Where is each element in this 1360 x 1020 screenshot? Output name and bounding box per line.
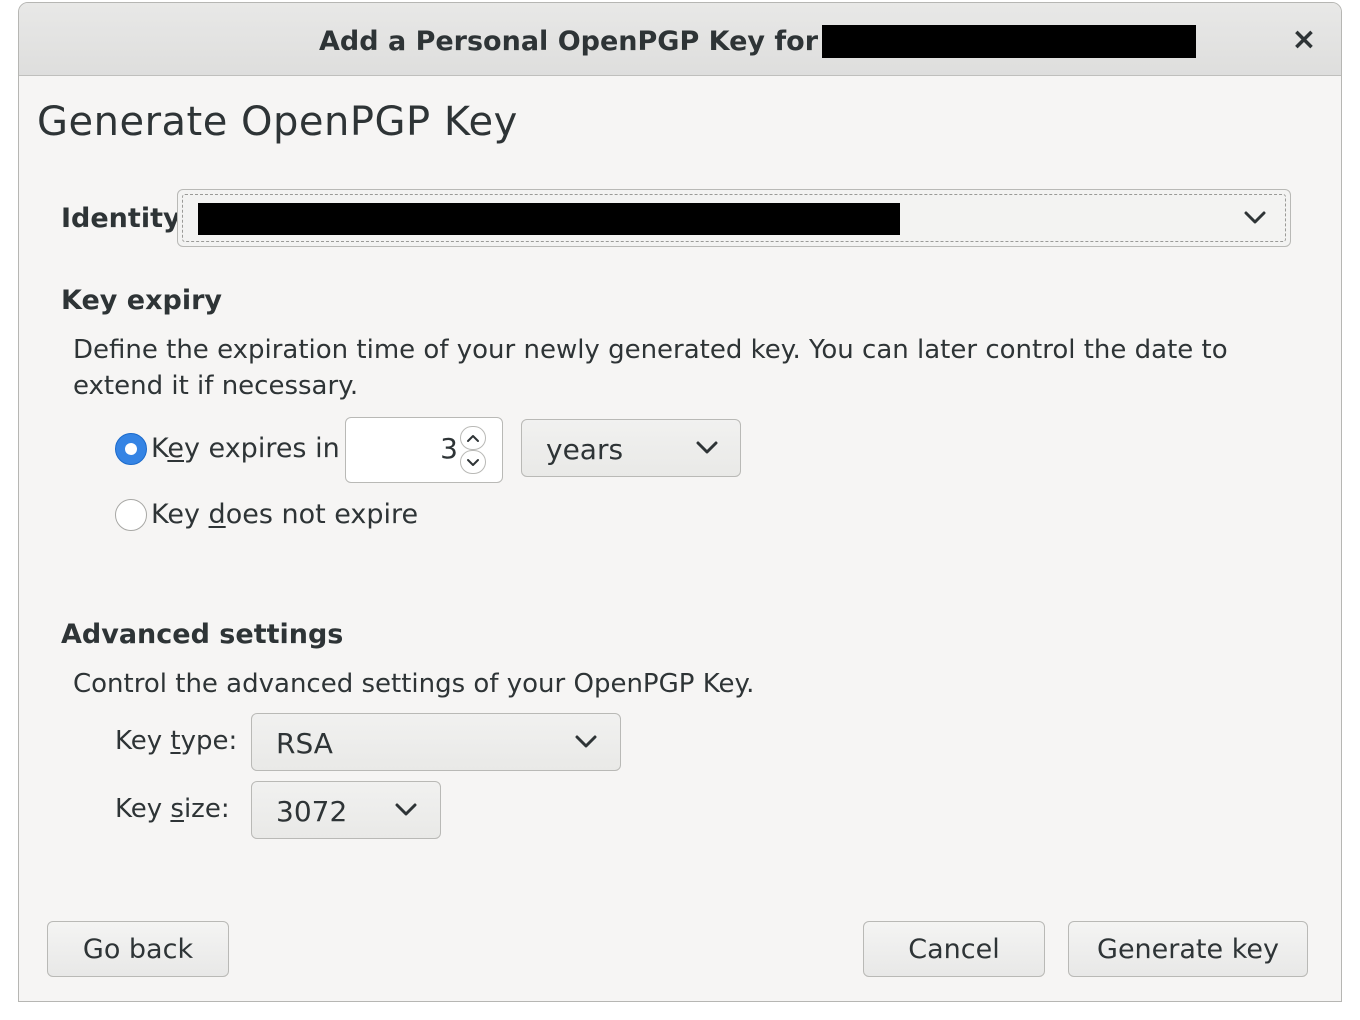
key-type-value: RSA: [276, 727, 333, 760]
chevron-down-icon: [696, 441, 718, 455]
decrement-button[interactable]: [460, 450, 486, 474]
expiry-unit-dropdown[interactable]: years: [521, 419, 741, 477]
key-expiry-heading: Key expiry: [61, 285, 222, 316]
label-part: K: [151, 433, 168, 464]
page-title: Generate OpenPGP Key: [37, 99, 518, 145]
chevron-down-icon: [575, 735, 597, 749]
identity-label: Identity: [61, 203, 181, 234]
chevron-down-icon: [395, 803, 417, 817]
key-expires-label[interactable]: Key expires in: [151, 433, 340, 464]
advanced-settings-heading: Advanced settings: [61, 619, 344, 650]
identity-select[interactable]: [177, 189, 1291, 247]
radio-key-expires[interactable]: [115, 433, 147, 465]
mnemonic-letter: e: [167, 433, 184, 464]
label-part: Key: [151, 499, 209, 530]
close-button[interactable]: ×: [1289, 25, 1319, 55]
label-part: ize:: [183, 794, 230, 824]
close-icon: ×: [1291, 22, 1317, 57]
key-type-label: Key type:: [115, 726, 237, 756]
dialog-title: Add a Personal OpenPGP Key for: [319, 23, 1197, 59]
label-part: ype:: [180, 726, 238, 756]
chevron-down-icon: [1244, 211, 1266, 225]
advanced-settings-description: Control the advanced settings of your Op…: [73, 669, 755, 699]
expiry-unit-value: years: [546, 433, 624, 466]
label-part: Key: [115, 726, 171, 756]
label-part: oes not expire: [225, 499, 419, 530]
dialog-window: Add a Personal OpenPGP Key for × Generat…: [18, 2, 1342, 1002]
key-type-dropdown[interactable]: RSA: [251, 713, 621, 771]
mnemonic-letter: s: [170, 794, 184, 824]
radio-key-no-expire[interactable]: [115, 499, 147, 531]
key-size-value: 3072: [276, 795, 348, 828]
title-bar[interactable]: Add a Personal OpenPGP Key for ×: [19, 3, 1341, 76]
go-back-button[interactable]: Go back: [47, 921, 229, 977]
mnemonic-letter: t: [170, 726, 181, 756]
dialog-title-text: Add a Personal OpenPGP Key for: [319, 25, 819, 57]
key-expiry-description: Define the expiration time of your newly…: [73, 335, 1228, 401]
mnemonic-letter: d: [208, 499, 226, 530]
redacted-account-name: [822, 24, 1197, 58]
label-part: y expires in: [184, 433, 340, 464]
chevron-down-icon: [467, 458, 479, 466]
redacted-identity: [198, 203, 900, 235]
cancel-button[interactable]: Cancel: [863, 921, 1045, 977]
increment-button[interactable]: [460, 426, 486, 450]
generate-key-button[interactable]: Generate key: [1068, 921, 1308, 977]
expiry-amount-value[interactable]: 3: [440, 432, 458, 465]
label-part: Key: [115, 794, 171, 824]
key-size-dropdown[interactable]: 3072: [251, 781, 441, 839]
chevron-up-icon: [467, 434, 479, 442]
key-size-label: Key size:: [115, 794, 230, 824]
key-no-expire-label[interactable]: Key does not expire: [151, 499, 418, 530]
expiry-amount-spinner[interactable]: 3: [345, 417, 503, 483]
